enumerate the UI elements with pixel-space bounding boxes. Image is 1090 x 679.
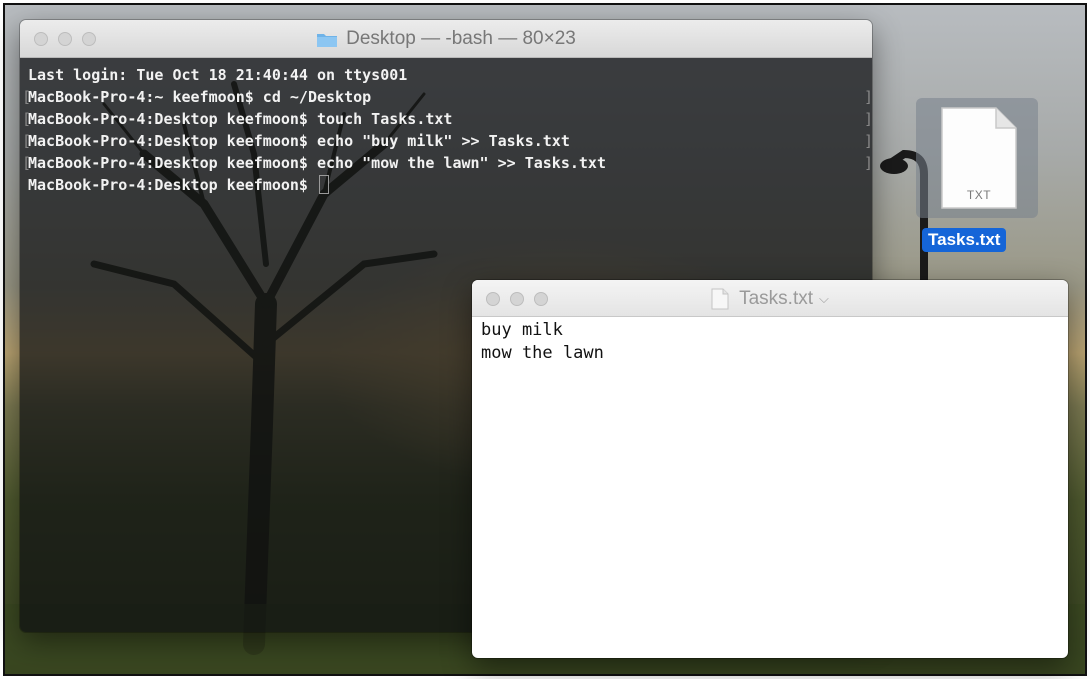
terminal-title-text: Desktop — -bash — 80×23 (346, 28, 576, 49)
terminal-line: [MacBook-Pro-4:Desktop keefmoon$ echo "b… (22, 130, 872, 152)
terminal-line: [MacBook-Pro-4:~ keefmoon$ cd ~/Desktop] (22, 86, 872, 108)
terminal-line-text: MacBook-Pro-4:Desktop keefmoon$ touch Ta… (28, 110, 453, 128)
terminal-line-text: MacBook-Pro-4:Desktop keefmoon$ echo "bu… (28, 132, 570, 150)
file-extension-label: TXT (966, 188, 992, 202)
terminal-line: Last login: Tue Oct 18 21:40:44 on ttys0… (28, 64, 864, 86)
editor-title-text: Tasks.txt (739, 287, 814, 309)
editor-line: mow the lawn (481, 343, 604, 363)
terminal-title: Desktop — -bash — 80×23 (20, 20, 872, 58)
editor-line: buy milk (481, 320, 563, 340)
document-icon (711, 288, 729, 309)
terminal-line-text: MacBook-Pro-4:~ keefmoon$ cd ~/Desktop (28, 88, 372, 106)
editor-title[interactable]: Tasks.txt ⌵ (472, 280, 1068, 317)
tasks-file-label[interactable]: Tasks.txt (922, 228, 1007, 252)
editor-titlebar[interactable]: Tasks.txt ⌵ (472, 280, 1068, 317)
terminal-titlebar[interactable]: Desktop — -bash — 80×23 (20, 20, 872, 58)
terminal-line-text: Last login: Tue Oct 18 21:40:44 on ttys0… (28, 66, 408, 84)
terminal-prompt: MacBook-Pro-4:Desktop keefmoon$ (28, 176, 317, 194)
mark-bracket: [ (22, 110, 32, 128)
folder-icon (317, 33, 338, 47)
mark-bracket: [ (22, 88, 32, 106)
terminal-line: [MacBook-Pro-4:Desktop keefmoon$ echo "m… (22, 152, 872, 174)
mark-bracket: ] (864, 86, 872, 108)
mark-bracket: ] (864, 108, 872, 130)
terminal-prompt-line[interactable]: MacBook-Pro-4:Desktop keefmoon$ (28, 174, 864, 196)
editor-text-area[interactable]: buy milk mow the lawn (472, 317, 1068, 367)
text-cursor (318, 175, 329, 194)
mark-bracket: [ (22, 154, 32, 172)
chevron-down-icon[interactable]: ⌵ (819, 291, 829, 307)
terminal-line: [MacBook-Pro-4:Desktop keefmoon$ touch T… (22, 108, 872, 130)
tasks-file-icon[interactable]: TXT (916, 98, 1038, 218)
mark-bracket: ] (864, 152, 872, 174)
text-editor-window[interactable]: Tasks.txt ⌵ buy milk mow the lawn (472, 280, 1068, 658)
terminal-line-text: MacBook-Pro-4:Desktop keefmoon$ echo "mo… (28, 154, 606, 172)
mark-bracket: ] (864, 130, 872, 152)
mark-bracket: [ (22, 132, 32, 150)
